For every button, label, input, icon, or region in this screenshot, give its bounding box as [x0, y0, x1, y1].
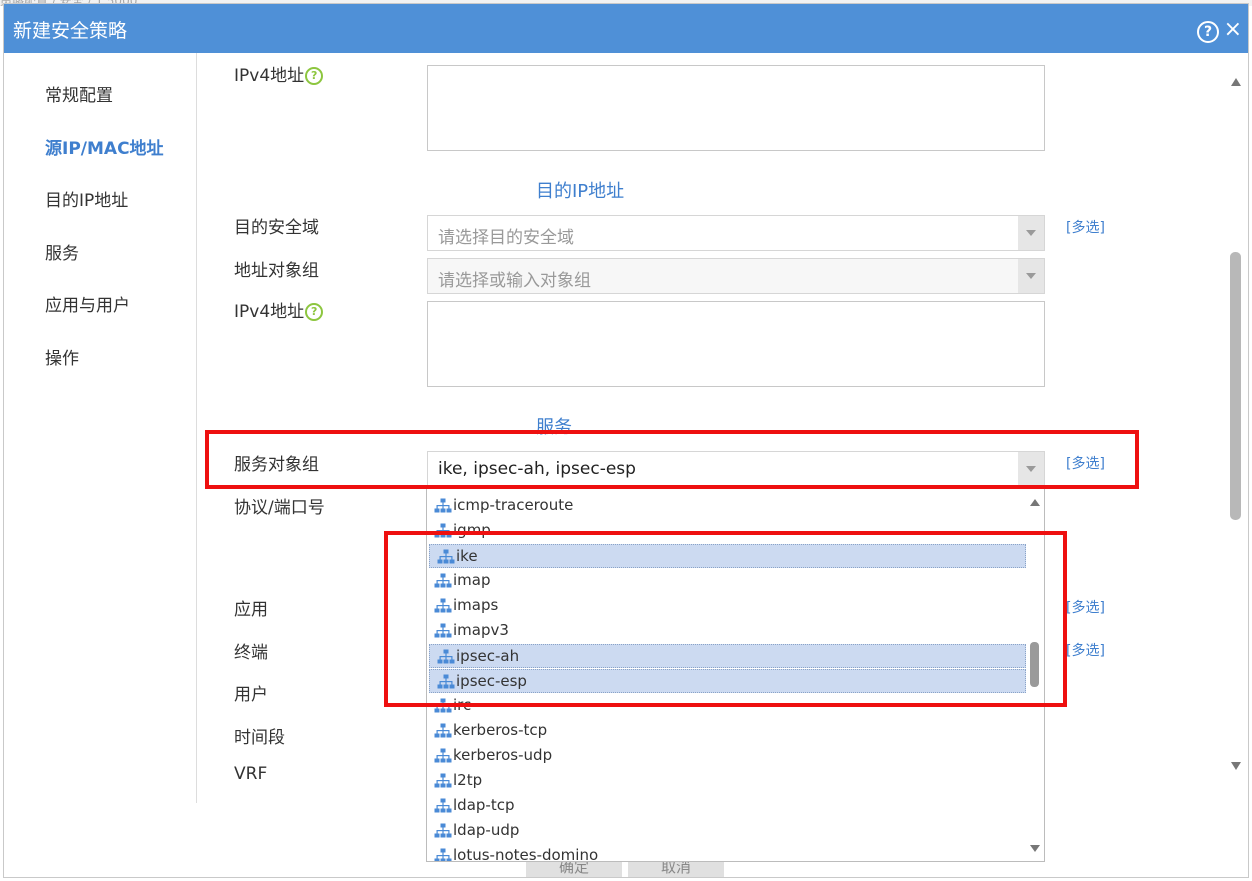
user-label: 用户 [234, 685, 268, 705]
addr-group-select[interactable]: 请选择或输入对象组 [427, 258, 1045, 294]
dropdown-option-label: kerberos-udp [453, 746, 553, 764]
protocol-port-label: 协议/端口号 [234, 498, 325, 518]
dropdown-option-label: lotus-notes-domino [453, 846, 599, 862]
dropdown-option-label: kerberos-tcp [453, 721, 548, 739]
dest-ipv4-label: IPv4地址? [234, 297, 324, 322]
dest-section-title: 目的IP地址 [536, 181, 625, 202]
dropdown-option[interactable]: kerberos-udp [427, 744, 1025, 768]
addr-group-placeholder: 请选择或输入对象组 [438, 271, 591, 291]
src-ipv4-label: IPv4地址? [234, 61, 324, 86]
terminal-multi-select-link[interactable]: [多选] [1066, 640, 1105, 660]
service-object-icon [434, 798, 452, 814]
service-object-icon [434, 773, 452, 789]
selected-items-highlight-box [384, 531, 1067, 707]
dropdown-option[interactable]: kerberos-tcp [427, 719, 1025, 743]
dropdown-option[interactable]: lotus-notes-domino [427, 844, 1025, 862]
dropdown-option[interactable]: ldap-tcp [427, 794, 1025, 818]
sidebar-item-action[interactable]: 操作 [45, 344, 79, 369]
service-object-icon [434, 748, 452, 764]
addr-group-label: 地址对象组 [234, 261, 319, 281]
dropdown-option[interactable]: l2tp [427, 769, 1025, 793]
dropdown-option-label: l2tp [453, 771, 483, 789]
service-object-icon [434, 848, 452, 861]
dropdown-option[interactable]: ldap-udp [427, 819, 1025, 843]
src-ipv4-textarea[interactable] [427, 65, 1045, 151]
sidebar-item-dest-ip[interactable]: 目的IP地址 [45, 186, 128, 211]
dropdown-option[interactable]: icmp-traceroute [427, 494, 1025, 518]
dest-zone-select[interactable]: 请选择目的安全域 [427, 215, 1045, 251]
chevron-down-icon[interactable] [1018, 259, 1044, 293]
dropdown-option-label: ldap-tcp [453, 796, 515, 814]
sidebar-item-source-ip-mac[interactable]: 源IP/MAC地址 [45, 134, 164, 159]
dest-ipv4-label-text: IPv4地址 [234, 302, 305, 322]
vrf-label: VRF [234, 764, 268, 784]
scroll-down-icon[interactable] [1231, 762, 1241, 770]
dest-zone-multi-select-link[interactable]: [多选] [1066, 217, 1105, 237]
dest-zone-label: 目的安全域 [234, 218, 319, 238]
chevron-down-icon[interactable] [1018, 216, 1044, 250]
dialog-title: 新建安全策略 [13, 20, 128, 42]
dialog-title-bar: 新建安全策略 ? × [4, 4, 1248, 53]
dropdown-option-label: icmp-traceroute [453, 496, 574, 514]
service-object-icon [434, 723, 452, 739]
time-range-label: 时间段 [234, 728, 285, 748]
sidebar-item-general[interactable]: 常规配置 [45, 81, 113, 106]
sidebar-item-app-user[interactable]: 应用与用户 [45, 291, 130, 316]
scroll-thumb[interactable] [1230, 252, 1241, 520]
main-scrollbar[interactable] [1226, 66, 1246, 781]
dropdown-option-label: ldap-udp [453, 821, 520, 839]
scroll-up-icon[interactable] [1030, 499, 1040, 506]
service-object-icon [434, 823, 452, 839]
dest-ipv4-textarea[interactable] [427, 301, 1045, 387]
scroll-down-icon[interactable] [1030, 845, 1040, 852]
scroll-up-icon[interactable] [1231, 78, 1241, 86]
question-icon[interactable]: ? [305, 303, 324, 321]
service-object-icon [434, 498, 452, 514]
src-ipv4-label-text: IPv4地址 [234, 66, 305, 86]
dest-zone-placeholder: 请选择目的安全域 [438, 228, 574, 248]
sidebar-item-service[interactable]: 服务 [45, 239, 79, 264]
app-label: 应用 [234, 600, 268, 620]
terminal-label: 终端 [234, 643, 268, 663]
question-icon[interactable]: ? [305, 67, 324, 85]
sidebar-nav: 常规配置 源IP/MAC地址 目的IP地址 服务 应用与用户 操作 [4, 53, 197, 803]
app-multi-select-link[interactable]: [多选] [1066, 597, 1105, 617]
help-icon[interactable]: ? [1197, 21, 1219, 43]
close-icon[interactable]: × [1224, 18, 1242, 42]
service-group-highlight-box [205, 430, 1139, 489]
